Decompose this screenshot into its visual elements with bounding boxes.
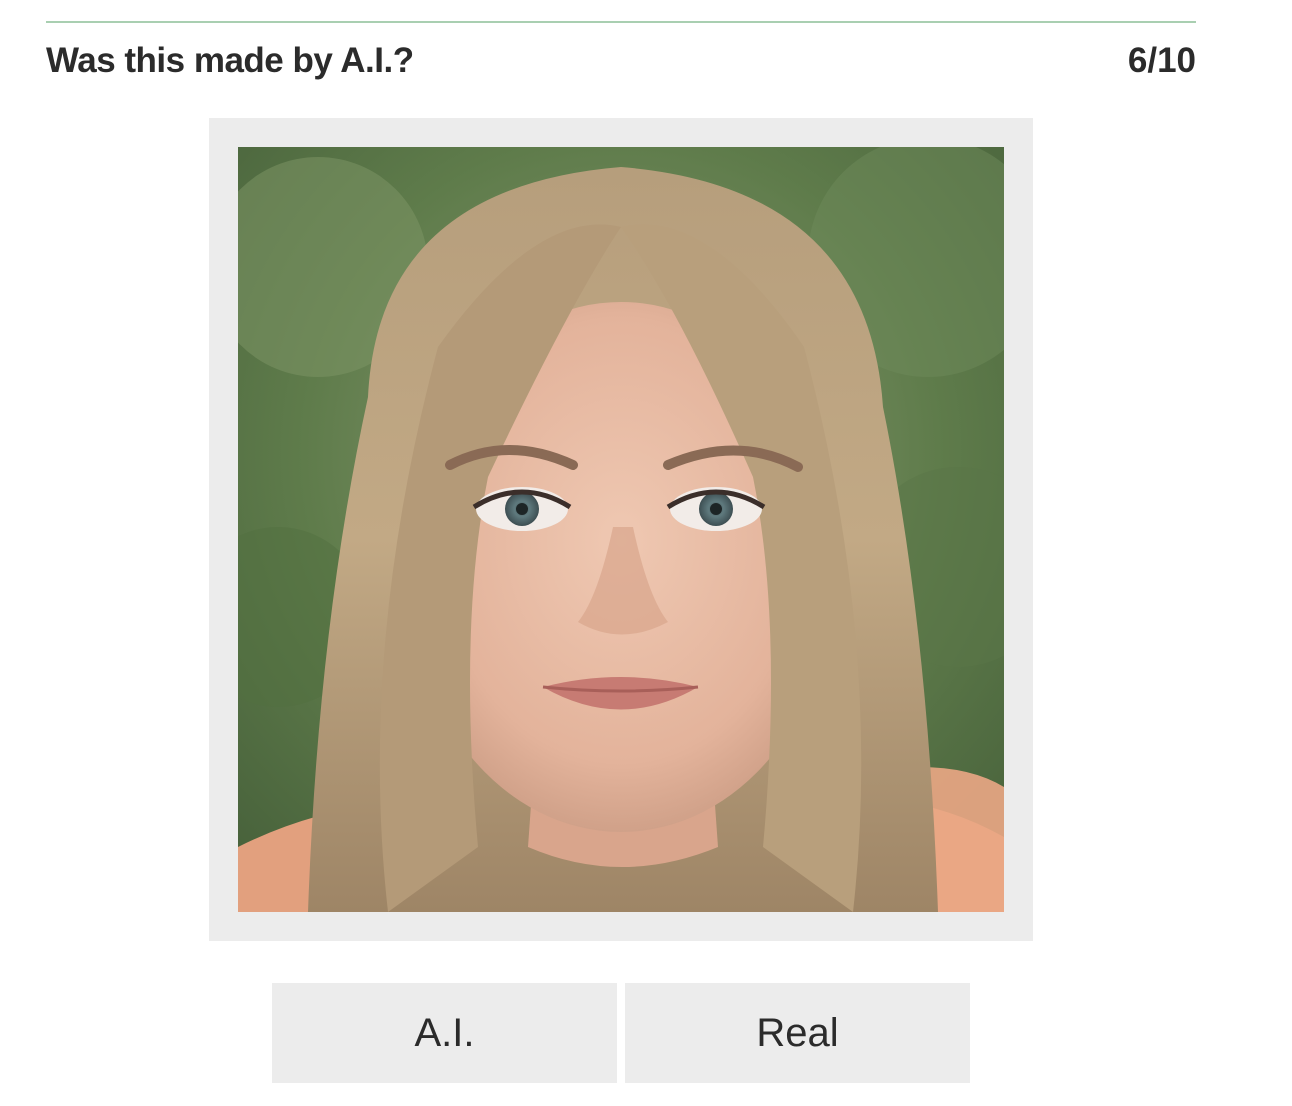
real-answer-button[interactable]: Real (625, 983, 970, 1083)
image-frame (209, 118, 1033, 941)
portrait-photo (238, 147, 1004, 912)
top-divider (46, 21, 1196, 23)
progress-counter: 6/10 (1127, 41, 1196, 80)
ai-answer-button[interactable]: A.I. (272, 983, 617, 1083)
quiz-header: Was this made by A.I.? 6/10 (46, 38, 1196, 84)
question-title: Was this made by A.I.? (46, 41, 414, 80)
answer-buttons: A.I. Real (272, 983, 970, 1083)
